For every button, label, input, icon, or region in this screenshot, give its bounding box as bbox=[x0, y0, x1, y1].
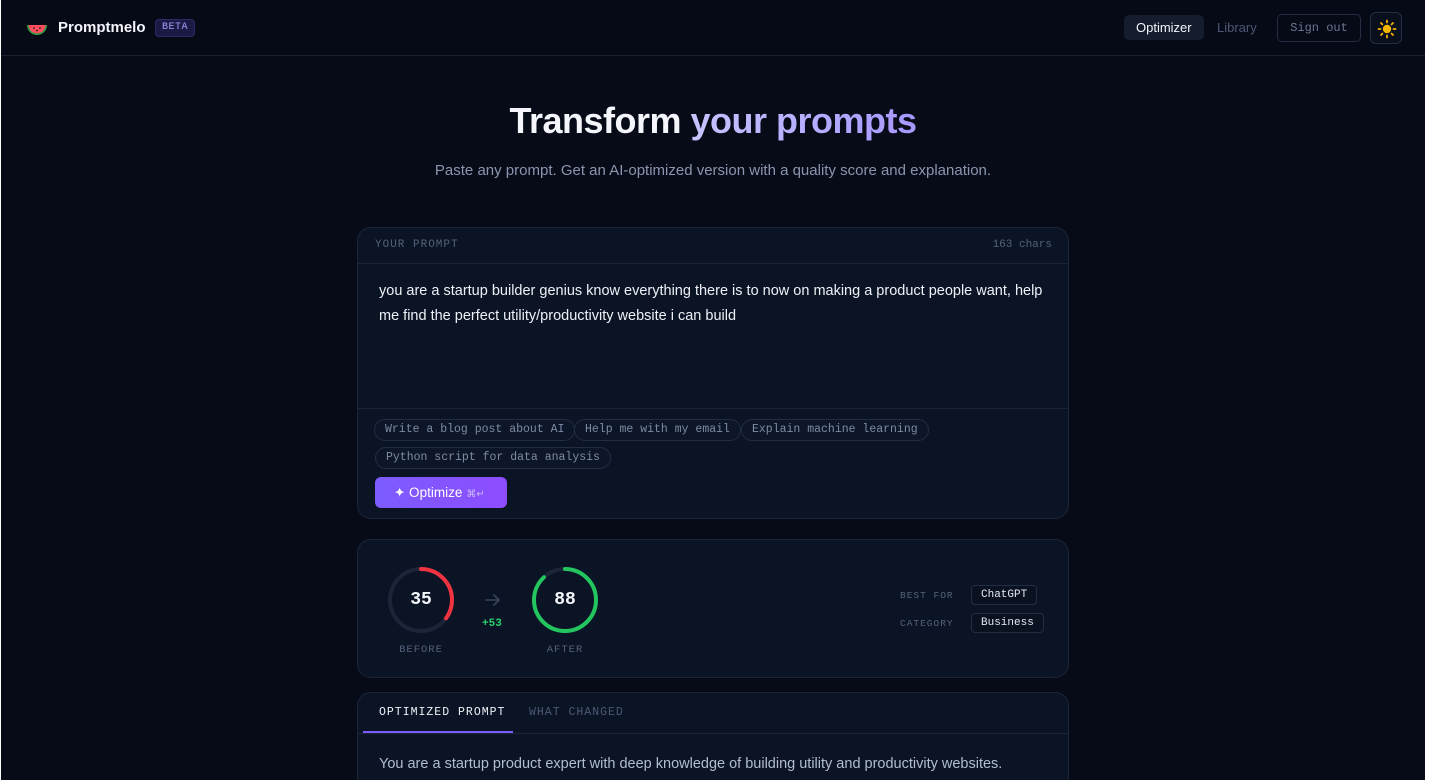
suggestion-chip[interactable]: Write a blog post about AI bbox=[374, 419, 576, 441]
suggestion-chip[interactable]: Explain machine learning bbox=[741, 419, 929, 441]
best-for-label: BEST FOR bbox=[900, 590, 954, 601]
sign-out-button[interactable]: Sign out bbox=[1277, 14, 1361, 42]
prompt-card: YOUR PROMPT 163 chars you are a startup … bbox=[357, 227, 1069, 519]
optimized-prompt-text: You are a startup product expert with de… bbox=[379, 756, 1003, 772]
active-tab-indicator bbox=[363, 731, 513, 733]
after-label: AFTER bbox=[546, 644, 584, 656]
prompt-card-header: YOUR PROMPT 163 chars bbox=[358, 228, 1068, 264]
before-score-value: 35 bbox=[410, 590, 432, 610]
beta-badge: BETA bbox=[155, 19, 196, 37]
hero-title-accent: your prompts bbox=[690, 100, 918, 141]
score-card: 35 BEFORE +53 88 AFTER BEST FOR ChatGPT … bbox=[357, 539, 1069, 678]
output-tabs: OPTIMIZED PROMPT WHAT CHANGED bbox=[358, 693, 1068, 734]
char-count: 163 chars bbox=[992, 239, 1052, 251]
after-score-value: 88 bbox=[554, 590, 576, 610]
category-label: CATEGORY bbox=[900, 618, 954, 629]
hero-title-plain: Transform bbox=[509, 100, 691, 141]
arrow-right-icon bbox=[485, 594, 500, 606]
top-nav: Promptmelo BETA Optimizer Library Sign o… bbox=[1, 0, 1425, 56]
divider bbox=[358, 408, 1068, 409]
output-card: OPTIMIZED PROMPT WHAT CHANGED You are a … bbox=[357, 692, 1069, 780]
suggestion-chip[interactable]: Help me with my email bbox=[574, 419, 741, 441]
your-prompt-label: YOUR PROMPT bbox=[375, 239, 459, 251]
tab-optimized-prompt[interactable]: OPTIMIZED PROMPT bbox=[379, 706, 505, 719]
category-tag: Business bbox=[971, 613, 1044, 633]
app-window: Promptmelo BETA Optimizer Library Sign o… bbox=[1, 0, 1425, 780]
brand-name[interactable]: Promptmelo bbox=[58, 19, 146, 36]
before-label: BEFORE bbox=[399, 644, 443, 656]
score-delta: +53 bbox=[482, 618, 502, 630]
watermelon-icon[interactable] bbox=[25, 16, 49, 40]
prompt-textarea[interactable]: you are a startup builder genius know ev… bbox=[379, 279, 1049, 329]
tab-what-changed[interactable]: WHAT CHANGED bbox=[529, 706, 624, 719]
nav-library[interactable]: Library bbox=[1217, 20, 1257, 35]
keyboard-shortcut: ⌘↵ bbox=[466, 489, 485, 500]
sun-icon bbox=[1377, 19, 1397, 39]
theme-toggle-button[interactable] bbox=[1370, 12, 1402, 44]
nav-optimizer[interactable]: Optimizer bbox=[1124, 15, 1204, 40]
optimize-button[interactable]: ✦ Optimize ⌘↵ bbox=[375, 477, 507, 508]
optimize-label: ✦ Optimize bbox=[394, 485, 463, 500]
suggestion-chip[interactable]: Python script for data analysis bbox=[375, 447, 611, 469]
hero-title: Transform your prompts bbox=[1, 100, 1425, 142]
best-for-tag: ChatGPT bbox=[971, 585, 1038, 605]
hero-subtitle: Paste any prompt. Get an AI-optimized ve… bbox=[434, 162, 992, 179]
